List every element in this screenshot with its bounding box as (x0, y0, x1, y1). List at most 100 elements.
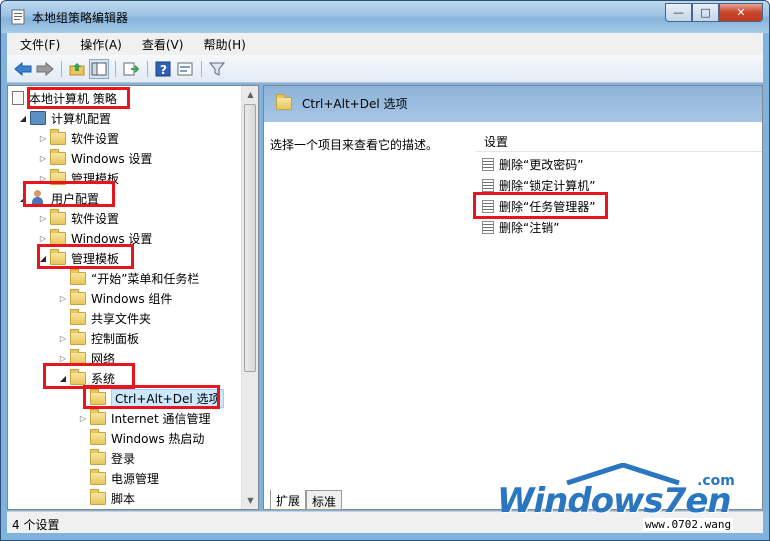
scroll-up-icon[interactable]: ▲ (242, 86, 259, 103)
expand-arrow-icon[interactable]: ▷ (36, 234, 50, 243)
tree-node-windows-settings[interactable]: ▷ Windows 设置 (36, 148, 152, 168)
tab-extended[interactable]: 扩展 (270, 490, 307, 510)
scroll-thumb[interactable] (244, 104, 256, 372)
policy-setting-icon (482, 157, 494, 171)
scroll-down-icon[interactable]: ▼ (242, 492, 259, 509)
tree-node-scripts[interactable]: 脚本 (76, 488, 135, 508)
tree-node-windows-settings[interactable]: ▷ Windows 设置 (36, 228, 152, 248)
tree-node-label: Windows 热启动 (111, 431, 205, 446)
properties-icon[interactable] (175, 59, 195, 79)
tree-node-label: 计算机配置 (51, 111, 112, 126)
expand-arrow-icon[interactable]: ▷ (56, 294, 70, 303)
svg-text:?: ? (160, 63, 167, 77)
tree-node-root[interactable]: 本地计算机 策略 (12, 88, 117, 108)
tree-node-windows-hotstart[interactable]: Windows 热启动 (76, 428, 204, 448)
folder-icon (276, 94, 292, 110)
tree-node-admin-templates[interactable]: ◢ 管理模板 (36, 248, 119, 268)
tree-node-label: Windows 设置 (71, 151, 153, 166)
expand-arrow-icon[interactable]: ▷ (56, 354, 70, 363)
tree-node-software-settings[interactable]: ▷ 软件设置 (36, 208, 119, 228)
tree-node-software-settings[interactable]: ▷ 软件设置 (36, 128, 119, 148)
expand-arrow-icon[interactable]: ▷ (36, 214, 50, 223)
tree-node-windows-components[interactable]: ▷ Windows 组件 (56, 288, 172, 308)
folder-icon (90, 408, 106, 425)
title-bar[interactable]: 本地组策略编辑器 — □ ✕ (1, 1, 769, 33)
tree-node-logon[interactable]: 登录 (76, 448, 135, 468)
tree-node-label: 用户配置 (51, 191, 100, 206)
tree-node-shared-folders[interactable]: 共享文件夹 (56, 308, 151, 328)
minimize-button[interactable]: — (665, 3, 692, 22)
collapse-arrow-icon[interactable]: ◢ (36, 254, 50, 263)
tree-node-internet-comm[interactable]: ▷ Internet 通信管理 (76, 408, 210, 428)
tree-node-label: Internet 通信管理 (111, 411, 211, 426)
folder-icon (50, 228, 66, 245)
folder-icon (90, 448, 106, 465)
policy-setting-icon (482, 178, 494, 192)
folder-icon (90, 388, 106, 405)
folder-icon (50, 148, 66, 165)
show-tree-icon[interactable] (89, 59, 109, 79)
expand-arrow-icon[interactable]: ▷ (56, 334, 70, 343)
tree-node-computer-config[interactable]: ◢ 计算机配置 (16, 108, 111, 128)
folder-icon (70, 348, 86, 365)
forward-arrow-icon[interactable] (35, 59, 55, 79)
expand-arrow-icon[interactable]: ▷ (76, 414, 90, 423)
tree-node-system[interactable]: ◢ 系统 (56, 368, 115, 388)
tree-node-label: 系统 (91, 371, 116, 386)
folder-icon (50, 168, 66, 185)
details-pane: Ctrl+Alt+Del 选项 选择一个项目来查看它的描述。 设置 删除“更改密… (263, 85, 763, 510)
folder-icon (70, 368, 86, 385)
column-header-setting[interactable]: 设置 (476, 126, 762, 152)
policy-setting-icon (482, 220, 494, 234)
back-arrow-icon[interactable] (13, 59, 33, 79)
list-item-label: 删除“锁定计算机” (499, 178, 596, 193)
up-folder-icon[interactable] (67, 59, 87, 79)
toolbar-separator (115, 61, 116, 77)
policy-document-icon (12, 91, 24, 105)
toolbar: ? (7, 55, 763, 83)
folder-icon (90, 468, 106, 485)
help-icon[interactable]: ? (153, 59, 173, 79)
list-item[interactable]: 删除“注销” (482, 217, 559, 237)
view-tabs: 扩展 标准 (270, 490, 343, 510)
expand-arrow-icon[interactable]: ▷ (36, 134, 50, 143)
tree-node-power-mgmt[interactable]: 电源管理 (76, 468, 159, 488)
menu-bar: 文件(F) 操作(A) 查看(V) 帮助(H) (7, 33, 763, 55)
filter-icon[interactable] (207, 59, 227, 79)
description-text: 选择一个项目来查看它的描述。 (270, 138, 439, 152)
tree-node-label: 共享文件夹 (91, 311, 152, 326)
menu-view[interactable]: 查看(V) (129, 36, 191, 53)
menu-file[interactable]: 文件(F) (7, 36, 67, 53)
collapse-arrow-icon[interactable]: ◢ (16, 114, 30, 123)
expand-arrow-icon[interactable]: ▷ (36, 174, 50, 183)
collapse-arrow-icon[interactable]: ◢ (56, 374, 70, 383)
tree-pane: 本地计算机 策略 ◢ 计算机配置 ▷ 软件设置 ▷ Windows 设置 ▷ 管… (7, 85, 259, 510)
folder-icon (50, 128, 66, 145)
status-text: 4 个设置 (12, 518, 60, 532)
tree-node-label: 控制面板 (91, 331, 140, 346)
tree-node-network[interactable]: ▷ 网络 (56, 348, 115, 368)
policy-tree: 本地计算机 策略 ◢ 计算机配置 ▷ 软件设置 ▷ Windows 设置 ▷ 管… (8, 86, 242, 509)
export-list-icon[interactable] (121, 59, 141, 79)
list-item[interactable]: 删除“任务管理器” (482, 196, 595, 216)
maximize-button[interactable]: □ (692, 3, 719, 22)
tree-node-control-panel[interactable]: ▷ 控制面板 (56, 328, 139, 348)
tree-scrollbar[interactable]: ▲ ▼ (241, 86, 258, 509)
collapse-arrow-icon[interactable]: ◢ (16, 194, 30, 203)
tree-node-start-menu[interactable]: “开始”菜单和任务栏 (56, 268, 199, 288)
toolbar-separator (61, 61, 62, 77)
menu-help[interactable]: 帮助(H) (190, 36, 252, 53)
folder-icon (50, 208, 66, 225)
list-item[interactable]: 删除“更改密码” (482, 154, 583, 174)
list-item[interactable]: 删除“锁定计算机” (482, 175, 595, 195)
tree-node-user-config[interactable]: ◢ 用户配置 (16, 188, 99, 208)
menu-action[interactable]: 操作(A) (67, 36, 129, 53)
tree-node-ctrl-alt-del[interactable]: Ctrl+Alt+Del 选项 (76, 388, 225, 408)
expand-arrow-icon[interactable]: ▷ (36, 154, 50, 163)
tree-node-admin-templates[interactable]: ▷ 管理模板 (36, 168, 119, 188)
tree-node-label: 软件设置 (71, 211, 120, 226)
tab-standard[interactable]: 标准 (306, 490, 343, 510)
user-icon (30, 190, 46, 206)
close-button[interactable]: ✕ (719, 3, 763, 22)
policy-setting-icon (482, 199, 494, 213)
